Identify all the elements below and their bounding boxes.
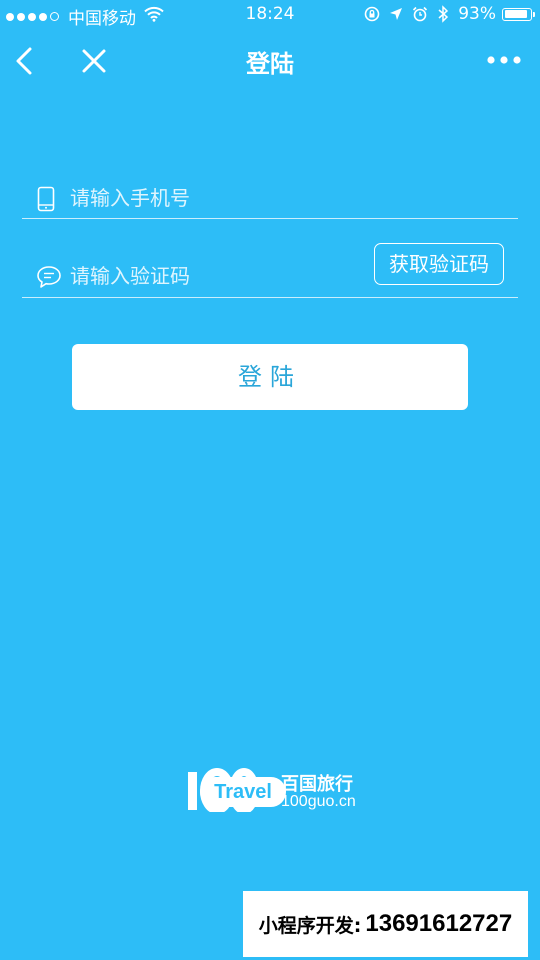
battery-fill bbox=[504, 10, 527, 18]
logo-travel-text: Travel bbox=[200, 777, 286, 807]
developer-contact-banner: 小程序开发: 13691612727 bbox=[243, 891, 528, 957]
login-button[interactable]: 登陆 bbox=[72, 344, 468, 410]
mobile-phone-icon bbox=[36, 186, 56, 212]
banner-phone: 13691612727 bbox=[365, 910, 513, 937]
battery-icon bbox=[502, 7, 535, 21]
status-right: 93% bbox=[355, 4, 535, 24]
get-code-button[interactable]: 获取验证码 bbox=[374, 243, 504, 285]
logo-domain: 100guo.cn bbox=[281, 793, 356, 810]
page-title: 登陆 bbox=[246, 50, 294, 78]
status-bar: 中国移动 18:24 93% bbox=[0, 0, 540, 30]
more-dots-icon[interactable] bbox=[486, 52, 522, 68]
brand-logo: Travel 百国旅行 100guo.cn bbox=[186, 766, 358, 816]
orientation-lock-icon bbox=[364, 6, 380, 22]
chat-bubble-icon bbox=[36, 264, 62, 290]
code-input[interactable] bbox=[70, 256, 370, 296]
bluetooth-icon bbox=[437, 5, 449, 23]
banner-label: 小程序开发: bbox=[258, 914, 362, 937]
location-arrow-icon bbox=[389, 7, 403, 21]
phone-input[interactable] bbox=[70, 178, 370, 218]
phone-field bbox=[22, 178, 518, 219]
battery-percent: 93% bbox=[458, 4, 496, 24]
alarm-clock-icon bbox=[412, 6, 428, 22]
nav-bar: 登陆 bbox=[0, 30, 540, 92]
